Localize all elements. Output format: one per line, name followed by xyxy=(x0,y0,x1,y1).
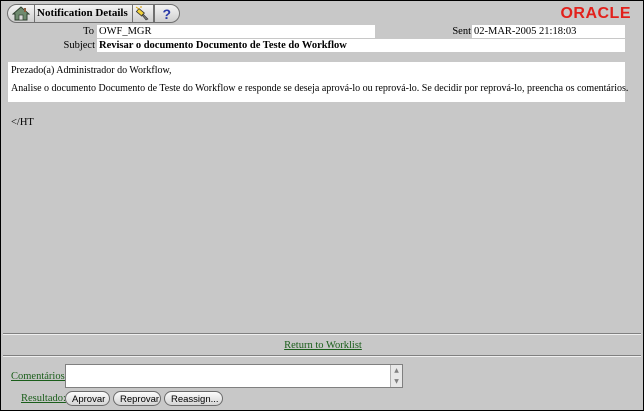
help-button[interactable]: ? xyxy=(153,4,180,23)
reject-button[interactable]: Reprovar xyxy=(113,391,161,406)
message-body: Prezado(a) Administrador do Workflow, An… xyxy=(8,62,629,102)
message-greeting: Prezado(a) Administrador do Workflow, xyxy=(11,65,172,76)
search-button[interactable] xyxy=(131,4,154,23)
home-icon xyxy=(12,6,30,21)
comments-scrollbar[interactable]: ▲ ▼ xyxy=(390,365,402,387)
divider-bottom xyxy=(3,355,641,357)
divider-top xyxy=(3,333,641,335)
oracle-logo: ORACLE xyxy=(560,5,631,22)
home-button[interactable] xyxy=(7,4,35,23)
result-label[interactable]: Resultado: xyxy=(21,393,66,404)
reassign-button[interactable]: Reassign... xyxy=(164,391,223,406)
sent-value: 02-MAR-2005 21:18:03 xyxy=(472,25,625,38)
subject-label: Subject xyxy=(63,40,96,51)
return-to-worklist-link[interactable]: Return to Worklist xyxy=(1,340,643,351)
to-value: OWF_MGR xyxy=(97,25,375,38)
to-label: To xyxy=(83,26,94,37)
comments-label[interactable]: Comentários: xyxy=(11,371,68,382)
comments-textarea[interactable]: ▲ ▼ xyxy=(65,364,403,388)
approve-button[interactable]: Aprovar xyxy=(65,391,110,406)
subject-value: Revisar o documento Documento de Teste d… xyxy=(97,39,625,52)
message-text: Analise o documento Documento de Teste d… xyxy=(11,83,629,94)
notification-window: Notification Details ? ORACLE To OWF_MGR… xyxy=(0,0,644,411)
message-trailer: </HT xyxy=(11,117,34,128)
comments-value xyxy=(66,365,402,369)
sent-label: Sent xyxy=(452,26,471,37)
flashlight-icon xyxy=(135,6,149,21)
help-icon: ? xyxy=(162,5,172,22)
page-title: Notification Details xyxy=(35,4,132,23)
toolbar: Notification Details ? xyxy=(7,4,180,23)
